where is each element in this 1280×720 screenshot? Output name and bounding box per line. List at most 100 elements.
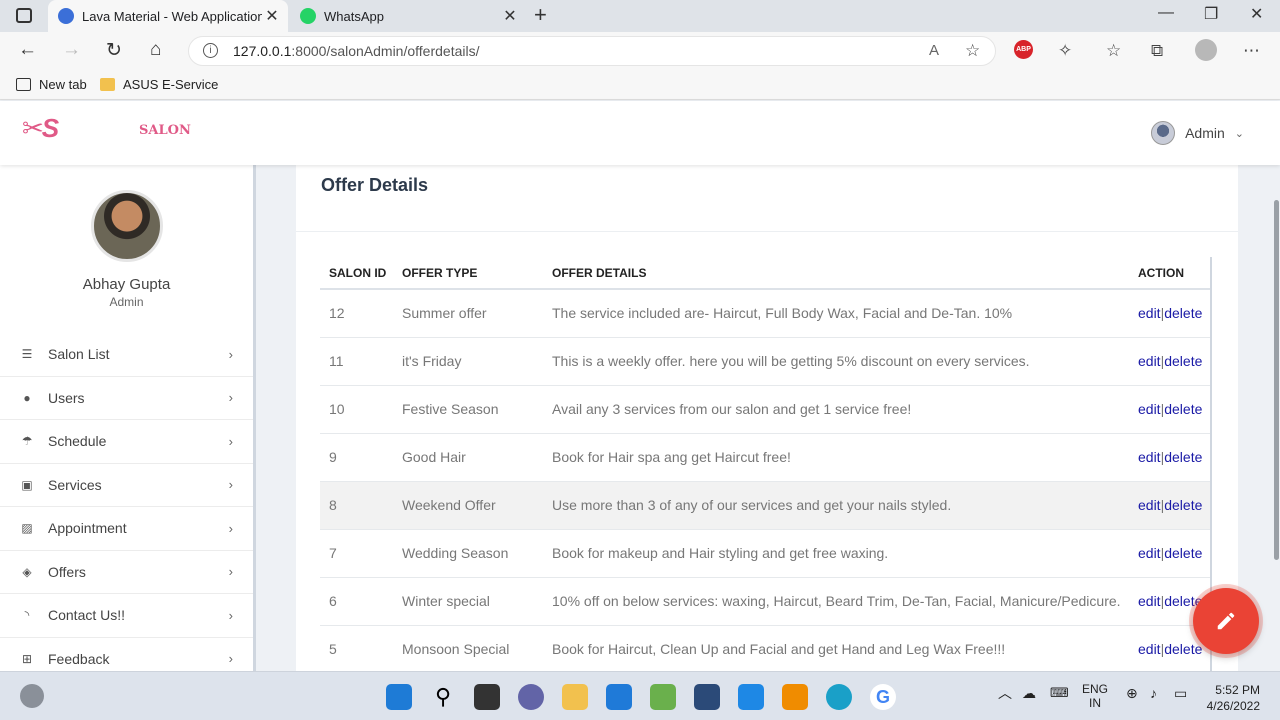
- edge-icon[interactable]: [826, 684, 852, 710]
- table-header-row: SALON ID OFFER TYPE OFFER DETAILS ACTION: [320, 257, 1210, 290]
- sidebar-item-services[interactable]: ▣ Services ›: [0, 464, 253, 507]
- info-icon[interactable]: i: [203, 43, 218, 58]
- delete-link[interactable]: delete: [1164, 353, 1202, 369]
- close-tab-icon[interactable]: ✕: [262, 6, 282, 26]
- tab-whatsapp[interactable]: WhatsApp ✕: [290, 0, 526, 32]
- back-icon[interactable]: ←: [18, 39, 37, 61]
- sidebar-item-label: Appointment: [48, 520, 127, 537]
- edit-link[interactable]: edit: [1138, 401, 1161, 417]
- edit-link[interactable]: edit: [1138, 353, 1161, 369]
- bookmark-new-tab[interactable]: New tab: [16, 77, 87, 92]
- sidebar-item-label: Schedule: [48, 433, 107, 450]
- edit-link[interactable]: edit: [1138, 545, 1161, 561]
- plus-square-icon: ⊞: [21, 651, 33, 666]
- file-explorer-icon[interactable]: [562, 684, 588, 710]
- delete-link[interactable]: delete: [1164, 401, 1202, 417]
- edit-link[interactable]: edit: [1138, 593, 1161, 609]
- region-code: IN: [1089, 696, 1101, 710]
- home-icon[interactable]: ⌂: [150, 39, 161, 61]
- teams-chat-icon[interactable]: [518, 684, 544, 710]
- chevron-right-icon: ›: [228, 520, 233, 536]
- edit-link[interactable]: edit: [1138, 641, 1161, 657]
- delete-link[interactable]: delete: [1164, 449, 1202, 465]
- delete-link[interactable]: delete: [1164, 497, 1202, 513]
- sidebar-item-users[interactable]: ● Users ›: [0, 377, 253, 420]
- save-icon: ▣: [21, 477, 33, 492]
- show-hidden-icons-icon[interactable]: ︿: [998, 686, 1012, 700]
- extensions-icon[interactable]: ✧: [1058, 41, 1072, 61]
- sidebar-item-contact-us[interactable]: ◝ Contact Us!! ›: [0, 594, 253, 638]
- restore-icon[interactable]: ❐: [1204, 4, 1218, 24]
- tab-actions-icon[interactable]: [16, 8, 32, 23]
- bookmark-asus-eservice[interactable]: ASUS E-Service: [100, 77, 218, 92]
- favorites-icon[interactable]: ☆: [1106, 41, 1121, 61]
- favorite-star-icon[interactable]: ☆: [965, 41, 980, 61]
- app-icon[interactable]: [694, 684, 720, 710]
- vscode-icon[interactable]: [738, 684, 764, 710]
- folder-icon: [100, 78, 115, 91]
- collections-icon[interactable]: ⧉: [1151, 41, 1163, 61]
- offers-table-container[interactable]: SALON ID OFFER TYPE OFFER DETAILS ACTION…: [320, 257, 1212, 671]
- sidebar-item-salon-list[interactable]: ☰ Salon List ›: [0, 333, 253, 377]
- battery-icon[interactable]: ▭: [1174, 686, 1187, 700]
- url-field[interactable]: i 127.0.0.1:8000/salonAdmin/offerdetails…: [188, 36, 996, 66]
- chrome-google-icon[interactable]: G: [870, 684, 896, 710]
- tab-lava-material[interactable]: Lava Material - Web Application ✕: [48, 0, 288, 32]
- volume-icon[interactable]: ♪: [1150, 686, 1157, 700]
- sidebar-item-offers[interactable]: ◈ Offers ›: [0, 551, 253, 594]
- onedrive-icon[interactable]: ☁: [1022, 686, 1036, 700]
- user-name: Abhay Gupta: [82, 276, 171, 293]
- cell-offer-details: This is a weekly offer. here you will be…: [543, 337, 1129, 386]
- read-aloud-icon[interactable]: A: [929, 42, 939, 59]
- cell-action: edit|delete: [1129, 481, 1210, 530]
- system-clock[interactable]: 5:52 PM 4/26/2022: [1207, 682, 1260, 714]
- sidebar-item-feedback[interactable]: ⊞ Feedback ›: [0, 638, 253, 672]
- start-button-icon[interactable]: [386, 684, 412, 710]
- table-row: 10 Festive Season Avail any 3 services f…: [320, 385, 1210, 434]
- keyboard-icon[interactable]: ⌨: [1050, 686, 1069, 700]
- offer-details-card: Offer Details SALON ID OFFER TYPE OFFER …: [296, 165, 1238, 671]
- more-menu-icon[interactable]: ⋯: [1243, 41, 1260, 61]
- chevron-right-icon: ›: [228, 607, 233, 623]
- sidebar-item-label: Salon List: [48, 346, 110, 363]
- vlc-icon[interactable]: [782, 684, 808, 710]
- search-icon[interactable]: ⚲: [430, 684, 456, 710]
- sidebar-item-schedule[interactable]: ☂ Schedule ›: [0, 420, 253, 464]
- page-icon: [16, 78, 31, 91]
- cell-salon-id: 12: [320, 289, 393, 338]
- cell-offer-type: Summer offer: [393, 289, 543, 338]
- salon-logo[interactable]: ✂S: [22, 113, 59, 144]
- edit-fab-button[interactable]: [1193, 588, 1259, 654]
- table-row: 7 Wedding Season Book for makeup and Hai…: [320, 529, 1210, 578]
- task-view-icon[interactable]: [474, 684, 500, 710]
- language-indicator[interactable]: ENG IN: [1082, 682, 1108, 710]
- bookmark-label: New tab: [39, 77, 87, 92]
- windows-taskbar: ⚲ G ︿ ☁ ⌨ ENG IN ⊕ ♪ ▭ 5:52 PM 4/26/2022: [0, 671, 1280, 720]
- delete-link[interactable]: delete: [1164, 305, 1202, 321]
- minimize-icon[interactable]: —: [1158, 4, 1174, 22]
- adblock-plus-icon[interactable]: ABP: [1014, 40, 1033, 59]
- page-scrollbar-thumb[interactable]: [1274, 200, 1279, 560]
- edit-link[interactable]: edit: [1138, 305, 1161, 321]
- edit-link[interactable]: edit: [1138, 449, 1161, 465]
- admin-menu[interactable]: Admin ⌄: [1151, 121, 1244, 145]
- close-tab-icon[interactable]: ✕: [500, 6, 520, 26]
- weather-icon[interactable]: [20, 684, 44, 708]
- network-icon[interactable]: ⊕: [1126, 686, 1138, 700]
- edit-link[interactable]: edit: [1138, 497, 1161, 513]
- cell-offer-type: Wedding Season: [393, 529, 543, 578]
- refresh-icon[interactable]: ↻: [106, 39, 122, 62]
- bookmarks-bar: New tab ASUS E-Service: [0, 70, 1280, 100]
- sidebar-item-appointment[interactable]: ▨ Appointment ›: [0, 507, 253, 551]
- user-icon: ●: [23, 390, 31, 405]
- profile-icon[interactable]: [1195, 39, 1217, 61]
- snipping-tool-icon[interactable]: [650, 684, 676, 710]
- new-tab-icon[interactable]: +: [534, 2, 547, 28]
- column-header-offer-type: OFFER TYPE: [393, 257, 543, 290]
- chevron-right-icon: ›: [228, 651, 233, 667]
- delete-link[interactable]: delete: [1164, 545, 1202, 561]
- close-window-icon[interactable]: ✕: [1250, 4, 1263, 24]
- forward-icon[interactable]: →: [62, 39, 81, 61]
- delete-link[interactable]: delete: [1164, 641, 1202, 657]
- mail-icon[interactable]: [606, 684, 632, 710]
